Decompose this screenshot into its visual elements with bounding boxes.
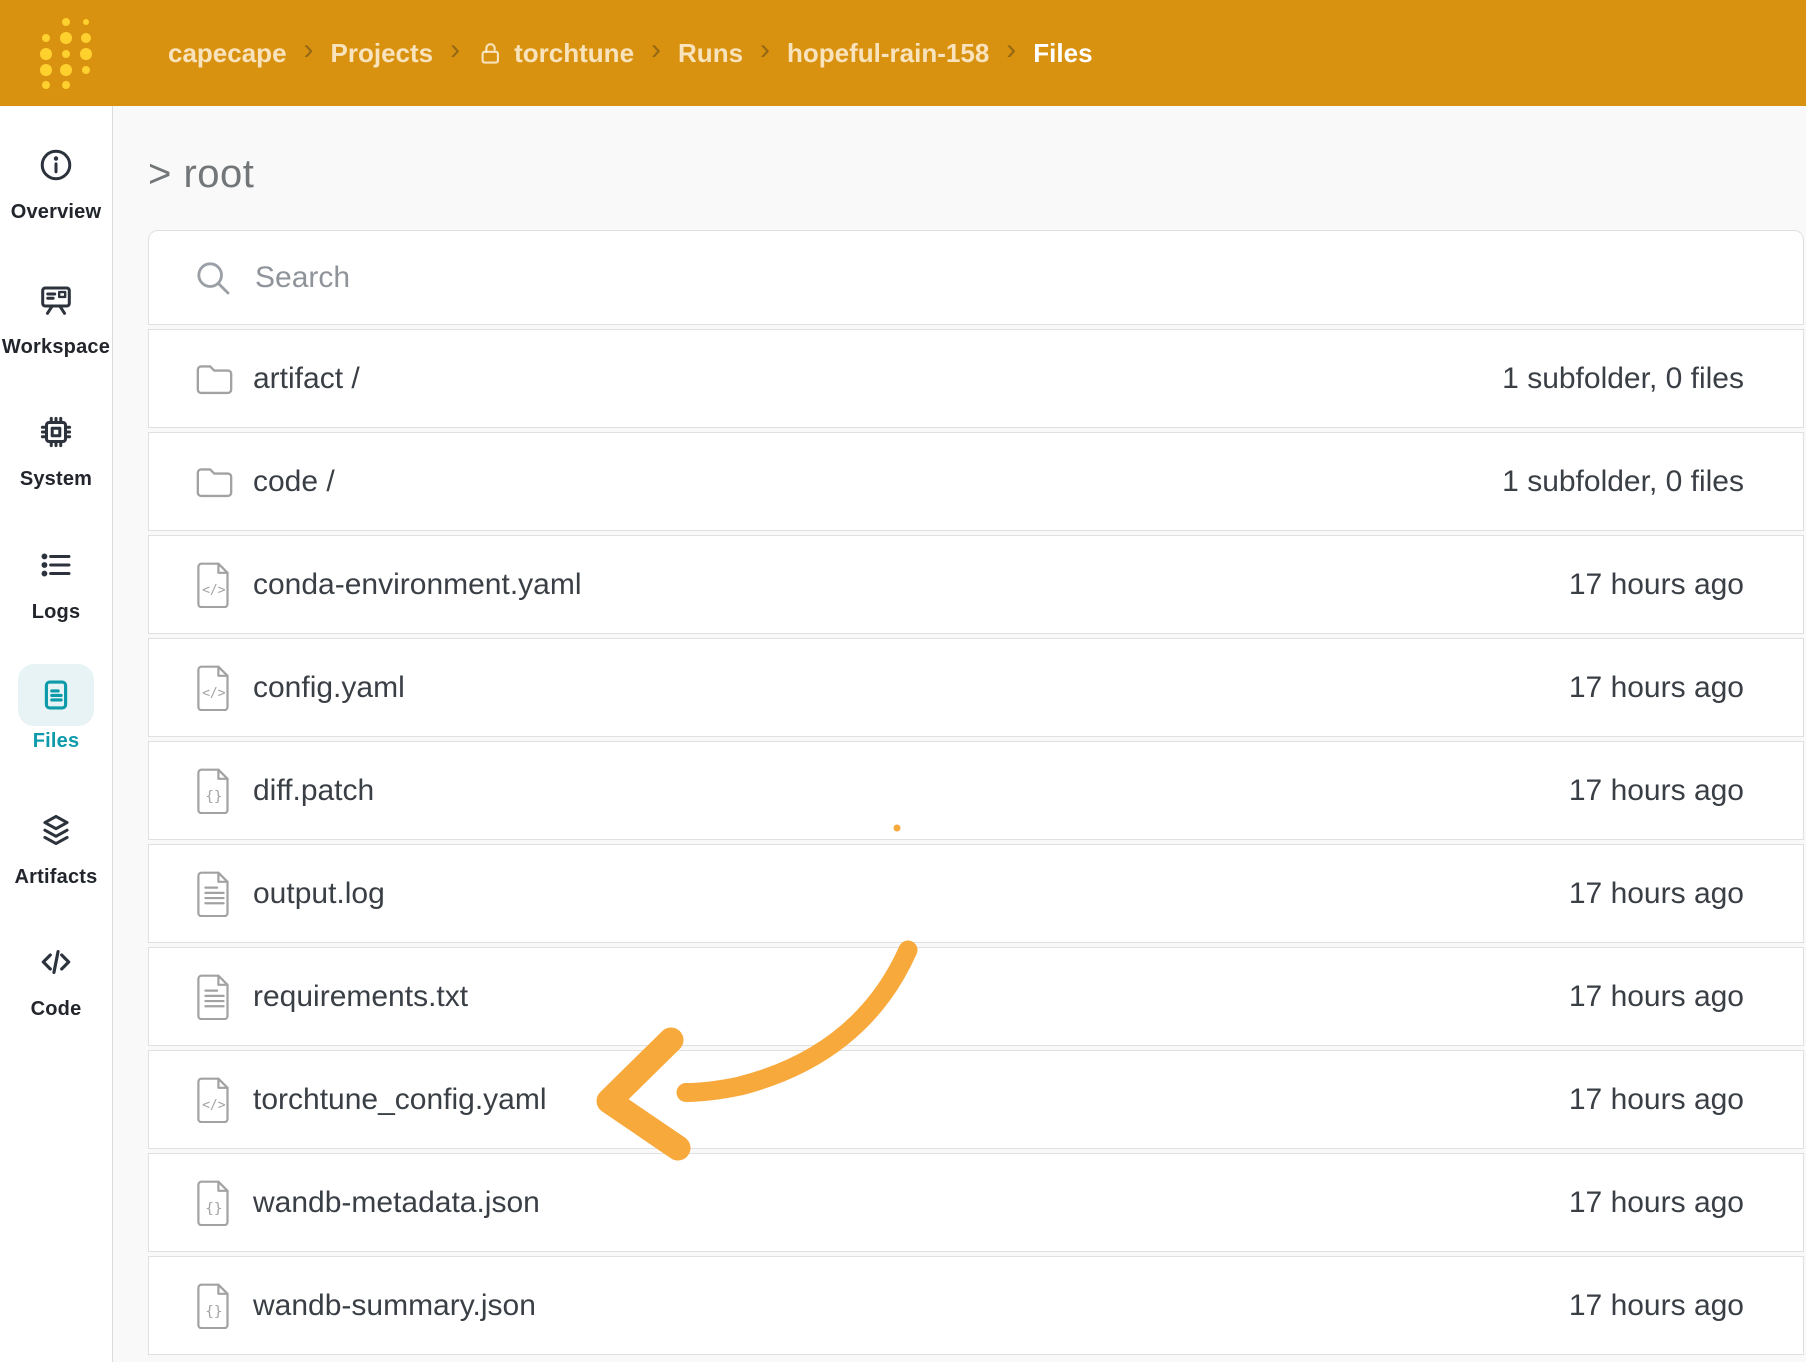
- file-row[interactable]: artifact / 1 subfolder, 0 files: [148, 329, 1804, 428]
- code-file-icon: </>: [193, 664, 235, 711]
- braces-file-icon: {}: [193, 1179, 235, 1226]
- breadcrumb-separator: ›: [760, 33, 771, 66]
- breadcrumb-item-runs[interactable]: Runs: [678, 38, 743, 69]
- sidebar-item-label: Overview: [10, 201, 102, 223]
- sidebar-item-code[interactable]: Code: [0, 930, 112, 1021]
- sidebar-item-logs[interactable]: Logs: [0, 533, 112, 624]
- workspace-board-icon: [37, 268, 75, 332]
- file-path-heading: > root: [148, 152, 255, 196]
- file-name: output.log: [253, 876, 385, 910]
- file-row[interactable]: requirements.txt 17 hours ago: [148, 947, 1804, 1046]
- code-icon: [37, 930, 75, 994]
- folder-icon: [193, 361, 235, 397]
- layers-icon: [37, 798, 75, 862]
- cpu-chip-icon: [37, 400, 75, 464]
- lock-open-icon: [477, 40, 504, 67]
- file-meta: 17 hours ago: [1568, 1288, 1744, 1322]
- file-name: torchtune_config.yaml: [253, 1082, 547, 1116]
- wandb-logo-dots: [40, 18, 92, 89]
- files-panel: artifact / 1 subfolder, 0 files code / 1…: [148, 230, 1804, 1359]
- list-icon: [37, 533, 75, 597]
- svg-text:</>: </>: [202, 686, 226, 701]
- sidebar-item-label: Files: [32, 730, 80, 752]
- file-meta: 17 hours ago: [1568, 773, 1744, 807]
- file-meta: 17 hours ago: [1568, 979, 1744, 1013]
- top-navbar: capecape › Projects › torchtune › Runs › hopeful…: [0, 0, 1806, 106]
- file-row[interactable]: {} wandb-metadata.json 17 hours ago: [148, 1153, 1804, 1252]
- file-row[interactable]: {} wandb-summary.json 17 hours ago: [148, 1256, 1804, 1355]
- code-file-icon: </>: [193, 561, 235, 608]
- breadcrumb: capecape › Projects › torchtune › Runs › hopeful…: [168, 0, 1093, 106]
- file-name: requirements.txt: [253, 979, 469, 1013]
- code-file-icon: </>: [193, 1076, 235, 1123]
- svg-text:</>: </>: [202, 1098, 226, 1113]
- sidebar-item-artifacts[interactable]: Artifacts: [0, 798, 112, 889]
- file-name: wandb-summary.json: [253, 1288, 536, 1322]
- run-sidebar: Overview Workspace System Logs Files Art…: [0, 106, 113, 1362]
- file-meta: 17 hours ago: [1568, 1185, 1744, 1219]
- file-meta: 17 hours ago: [1568, 670, 1744, 704]
- text-file-icon: [193, 870, 235, 917]
- info-circle-icon: [37, 133, 75, 197]
- file-name: config.yaml: [253, 670, 405, 704]
- breadcrumb-item-files[interactable]: Files: [1033, 38, 1092, 69]
- sidebar-item-label: System: [19, 468, 93, 490]
- breadcrumb-item-capecape[interactable]: capecape: [168, 38, 287, 69]
- file-row[interactable]: code / 1 subfolder, 0 files: [148, 432, 1804, 531]
- sidebar-item-overview[interactable]: Overview: [0, 133, 112, 224]
- sidebar-item-label: Artifacts: [14, 866, 98, 888]
- breadcrumb-item-torchtune[interactable]: torchtune: [477, 38, 634, 69]
- file-row[interactable]: {} diff.patch 17 hours ago: [148, 741, 1804, 840]
- sidebar-item-files[interactable]: Files: [0, 664, 112, 753]
- sidebar-item-workspace[interactable]: Workspace: [0, 268, 112, 359]
- file-name: wandb-metadata.json: [253, 1185, 540, 1219]
- file-row[interactable]: </> torchtune_config.yaml 17 hours ago: [148, 1050, 1804, 1149]
- file-meta: 1 subfolder, 0 files: [1502, 464, 1744, 498]
- breadcrumb-item-hopeful-rain-158[interactable]: hopeful-rain-158: [787, 38, 989, 69]
- file-row[interactable]: </> config.yaml 17 hours ago: [148, 638, 1804, 737]
- file-row[interactable]: </> conda-environment.yaml 17 hours ago: [148, 535, 1804, 634]
- sidebar-item-label: Code: [30, 998, 82, 1020]
- folder-icon: [193, 464, 235, 500]
- file-row[interactable]: output.log 17 hours ago: [148, 844, 1804, 943]
- svg-text:{}: {}: [205, 789, 222, 805]
- search-input[interactable]: [255, 260, 1803, 295]
- svg-text:</>: </>: [202, 583, 226, 598]
- breadcrumb-separator: ›: [1006, 33, 1017, 66]
- sidebar-item-label: Workspace: [1, 336, 111, 358]
- file-name: diff.patch: [253, 773, 375, 807]
- breadcrumb-separator: ›: [303, 33, 314, 66]
- file-name: artifact /: [253, 361, 360, 395]
- breadcrumb-item-projects[interactable]: Projects: [331, 38, 434, 69]
- file-meta: 17 hours ago: [1568, 876, 1744, 910]
- wandb-logo[interactable]: [38, 14, 94, 92]
- file-meta: 17 hours ago: [1568, 567, 1744, 601]
- svg-text:{}: {}: [205, 1304, 222, 1320]
- braces-file-icon: {}: [193, 1282, 235, 1329]
- svg-text:{}: {}: [205, 1201, 222, 1217]
- sidebar-item-label: Logs: [31, 601, 81, 623]
- search-icon: [193, 258, 233, 298]
- breadcrumb-separator: ›: [651, 33, 662, 66]
- breadcrumb-separator: ›: [450, 33, 461, 66]
- text-file-icon: [193, 973, 235, 1020]
- sidebar-item-system[interactable]: System: [0, 400, 112, 491]
- file-meta: 1 subfolder, 0 files: [1502, 361, 1744, 395]
- file-meta: 17 hours ago: [1568, 1082, 1744, 1116]
- file-search-bar: [148, 230, 1804, 325]
- file-name: code /: [253, 464, 335, 498]
- file-name: conda-environment.yaml: [253, 567, 582, 601]
- braces-file-icon: {}: [193, 767, 235, 814]
- document-icon: [18, 664, 94, 726]
